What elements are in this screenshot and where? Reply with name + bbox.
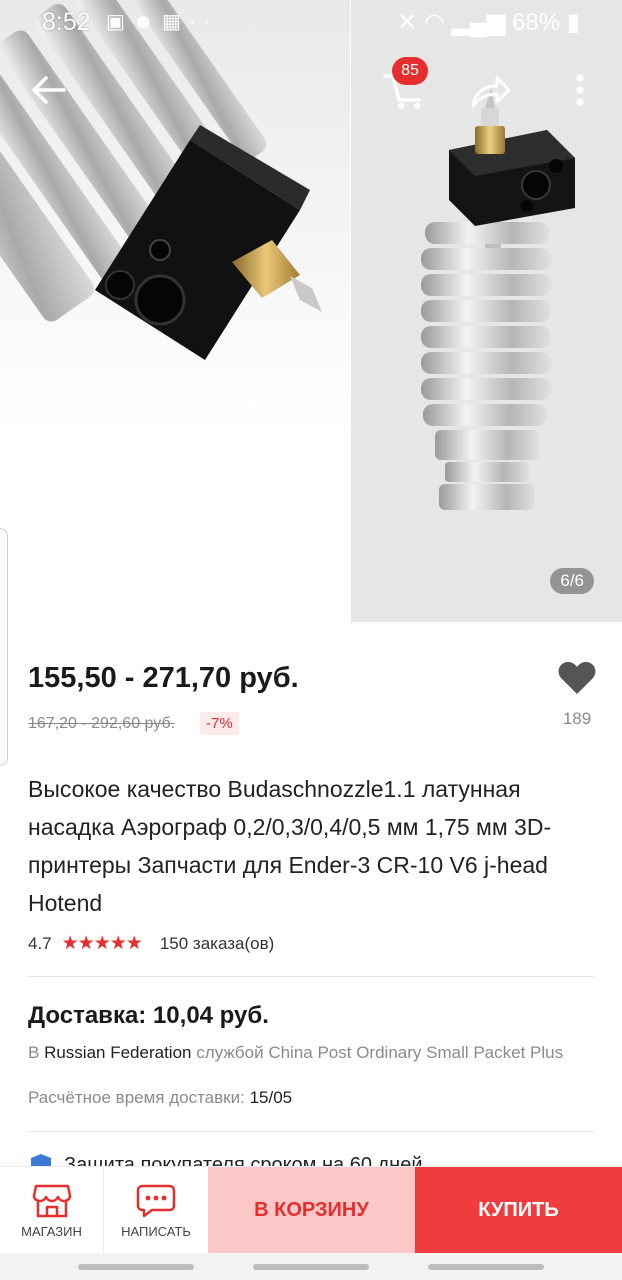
more-vertical-icon xyxy=(576,74,584,106)
signal-icon: ▂▄▆ xyxy=(451,9,506,36)
delivery-estimate-value: 15/05 xyxy=(249,1088,293,1107)
product-page: 6/6 8:52 ▣☻▦·· ✕ ◠ ▂▄▆ 68% ▮ 85 155,50 -… xyxy=(0,0,622,1280)
wifi-icon: ◠ xyxy=(423,9,445,36)
divider xyxy=(28,976,594,977)
delivery-estimate-label: Расчётное время доставки: xyxy=(28,1088,245,1107)
app-notification-icon: ☻ xyxy=(132,11,162,33)
mute-icon: ✕ xyxy=(397,9,418,36)
image-counter: 6/6 xyxy=(550,568,594,594)
divider xyxy=(28,1131,594,1132)
cart-count-badge: 85 xyxy=(392,57,428,85)
more-options-button[interactable] xyxy=(566,70,594,110)
gallery-notification-icon: ▣ xyxy=(106,11,133,33)
wishlist-count: 189 xyxy=(562,709,592,728)
nav-back-button[interactable] xyxy=(428,1264,544,1270)
arrow-left-icon xyxy=(32,76,66,104)
shipping-title[interactable]: Доставка: 10,04 руб. xyxy=(28,1002,269,1030)
discount-badge: -7% xyxy=(200,712,239,735)
buy-now-button[interactable]: КУПИТЬ xyxy=(415,1167,622,1254)
system-status: ✕ ◠ ▂▄▆ 68% ▮ xyxy=(397,8,580,37)
rating-value: 4.7 xyxy=(28,933,52,953)
product-gallery[interactable]: 6/6 xyxy=(0,0,622,622)
orders-count: 150 заказа(ов) xyxy=(159,933,275,953)
message-seller-label: НАПИСАТЬ xyxy=(121,1224,191,1239)
bottom-action-bar: МАГАЗИН НАПИСАТЬ В КОРЗИНУ КУПИТЬ xyxy=(0,1166,622,1254)
notification-icons: ▣☻▦·· xyxy=(106,9,218,34)
shipping-prefix: В xyxy=(28,1043,40,1062)
heart-icon xyxy=(558,661,596,694)
product-price: 155,50 - 271,70 руб. xyxy=(28,662,299,694)
battery-percent: 68% xyxy=(512,9,561,36)
status-bar: 8:52 ▣☻▦·· ✕ ◠ ▂▄▆ 68% ▮ xyxy=(0,0,622,44)
nav-home-button[interactable] xyxy=(253,1264,369,1270)
share-icon xyxy=(471,76,511,108)
product-title: Высокое качество Budaschnozzle1.1 латунн… xyxy=(28,776,552,916)
more-notifications-icon: ·· xyxy=(188,11,219,33)
shipping-country: Russian Federation xyxy=(44,1043,192,1062)
share-button[interactable] xyxy=(468,70,514,112)
battery-icon: ▮ xyxy=(566,9,580,36)
add-to-cart-button[interactable]: В КОРЗИНУ xyxy=(208,1167,415,1254)
message-seller-button[interactable]: НАПИСАТЬ xyxy=(104,1167,208,1254)
video-notification-icon: ▦ xyxy=(161,11,189,33)
shipping-service: службой China Post Ordinary Small Packet… xyxy=(196,1043,564,1062)
wishlist-button[interactable] xyxy=(557,660,597,698)
status-time: 8:52 xyxy=(42,8,91,36)
rating-stars-icon: ★★★★★ xyxy=(61,933,143,954)
edge-panel-handle[interactable] xyxy=(0,528,8,766)
nav-recents-button[interactable] xyxy=(78,1264,194,1270)
original-price: 167,20 - 292,60 руб. xyxy=(28,715,176,732)
rating-row[interactable]: 4.7 ★★★★★ 150 заказа(ов) xyxy=(28,932,274,955)
chat-icon xyxy=(136,1184,176,1218)
system-nav-bar xyxy=(0,1253,622,1280)
store-icon xyxy=(32,1184,71,1218)
store-button[interactable]: МАГАЗИН xyxy=(0,1167,104,1254)
delivery-estimate: Расчётное время доставки: 15/05 xyxy=(28,1088,292,1108)
back-button[interactable] xyxy=(26,68,70,112)
shipping-details[interactable]: В Russian Federation службой China Post … xyxy=(28,1042,588,1064)
store-label: МАГАЗИН xyxy=(21,1224,82,1239)
